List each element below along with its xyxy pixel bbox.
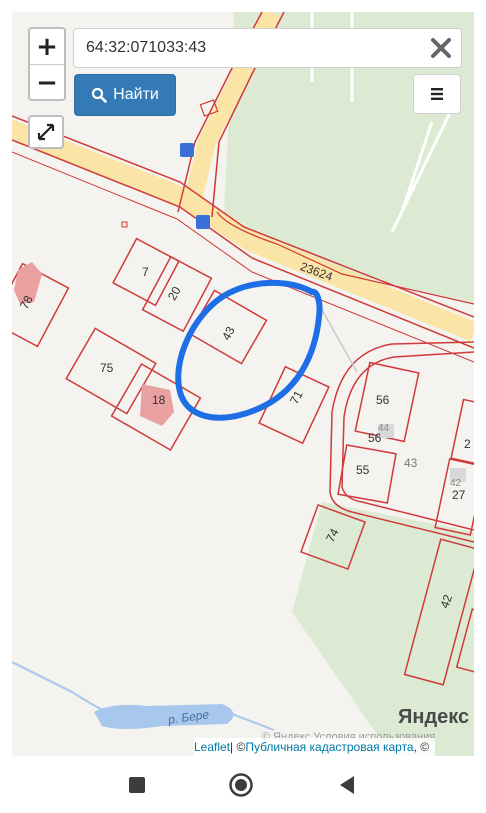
parcel-label-27: 27 [452, 488, 466, 502]
zoom-out-button[interactable]: − [30, 65, 64, 100]
parcel-label-20: 20 [165, 284, 184, 303]
recents-button[interactable] [124, 772, 150, 798]
clear-search-button[interactable] [421, 29, 461, 67]
parcel-label-7: 7 [142, 265, 149, 279]
map-attribution: Leaflet | © Публичная кадастровая карта … [194, 738, 436, 756]
parcel-label-56a: 56 [376, 393, 390, 407]
attribution-suffix: , © [413, 740, 430, 754]
search-input[interactable]: 64:32:071033:43 [74, 39, 421, 57]
cadastral-map[interactable]: 23624 7 20 43 75 18 71 78 56 56 44 43 55… [12, 12, 474, 756]
back-button[interactable] [334, 772, 360, 798]
parcel-label-43: 43 [219, 324, 238, 343]
parcel-label-2: 2 [464, 437, 471, 451]
parcel-label-75: 75 [100, 361, 114, 375]
find-button-label: Найти [113, 86, 159, 103]
menu-button[interactable] [413, 74, 461, 114]
cadastral-map-link[interactable]: Публичная кадастровая карта [245, 740, 413, 754]
square-icon [129, 777, 145, 793]
parcel-label-18: 18 [152, 393, 166, 407]
hamburger-icon [431, 88, 443, 100]
home-button[interactable] [228, 772, 254, 798]
river [94, 704, 234, 729]
leaflet-link[interactable]: Leaflet [194, 740, 230, 754]
parcel-label-55: 55 [356, 463, 370, 477]
building-label-42: 42 [450, 478, 462, 489]
zoom-in-button[interactable]: + [30, 29, 64, 64]
search-box[interactable]: 64:32:071033:43 [73, 28, 462, 68]
parcel-label-43b: 43 [404, 456, 418, 470]
android-nav-bar [0, 756, 486, 813]
small-structure [121, 221, 128, 228]
circle-icon [229, 773, 253, 797]
close-icon [431, 38, 451, 58]
zoom-control: + − [28, 27, 66, 101]
fullscreen-button[interactable] [28, 115, 64, 149]
building-label-44: 44 [378, 423, 390, 434]
expand-icon [37, 123, 55, 141]
search-icon [92, 87, 107, 103]
yandex-logo[interactable]: Яндекс [398, 706, 469, 729]
find-button[interactable]: Найти [74, 74, 176, 116]
bus-stop-icon[interactable] [196, 215, 210, 229]
bus-stop-icon[interactable] [180, 143, 194, 157]
parcel-2[interactable] [450, 398, 474, 466]
map-canvas[interactable]: 23624 7 20 43 75 18 71 78 56 56 44 43 55… [12, 12, 474, 756]
attribution-separator: | © [230, 740, 246, 754]
back-triangle-icon [340, 776, 354, 794]
